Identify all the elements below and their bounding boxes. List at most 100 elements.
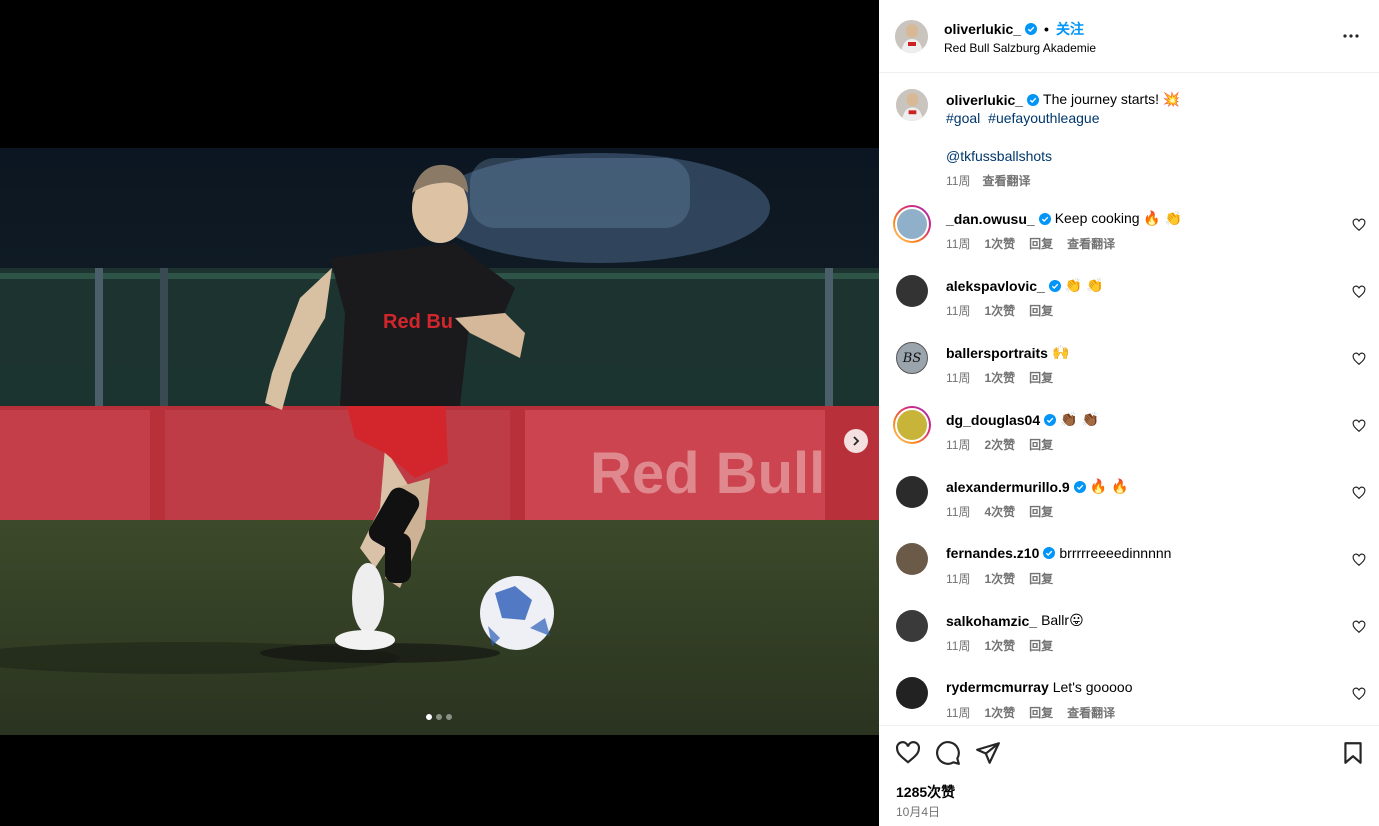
comment-likes[interactable]: 1次赞 [984,369,1015,386]
comment-username[interactable]: dg_douglas04 [946,412,1040,428]
caption-username[interactable]: oliverlukic_ [946,92,1023,108]
comment-like-heart-icon[interactable] [1352,218,1366,232]
comment-time: 11周 [946,304,971,318]
comment-likes[interactable]: 1次赞 [984,570,1015,587]
carousel-indicator [426,714,452,720]
carousel-dot [426,714,432,720]
comment-meta: 11周 4次赞 回复 [946,503,1053,520]
author-row: oliverlukic_ • 关注 [944,19,1084,39]
comment-like-heart-icon[interactable] [1352,419,1366,433]
comment-likes[interactable]: 4次赞 [984,503,1015,520]
comment-likes[interactable]: 1次赞 [984,302,1015,319]
comment-text: brrrrreeeedinnnnn [1059,545,1172,561]
caption-author-avatar[interactable] [896,89,928,121]
comment-username[interactable]: fernandes.z10 [946,545,1039,561]
post-photo: Red Bull Red Bu [0,148,879,735]
post-sidebar: oliverlukic_ • 关注 Red Bull Salzburg Akad… [879,0,1379,826]
commenter-avatar[interactable] [896,677,928,709]
comment-meta: 11周 1次赞 回复 [946,570,1053,587]
carousel-next-button[interactable] [844,429,868,453]
comment-text: Let's gooooo [1052,679,1133,695]
comment-text: 🙌 [1051,344,1070,360]
save-bookmark-icon[interactable] [1340,740,1366,766]
comments-list[interactable]: oliverlukic_ The journey starts! 💥 #goal… [879,73,1379,725]
football-player-photo: Red Bull Red Bu [0,148,879,735]
instagram-post-modal: Red Bull Red Bu oliverlukic_ • 关注 Red Bu… [0,0,1379,826]
verified-badge-icon [1027,93,1040,106]
comment-meta: 11周 1次赞 回复 查看翻译 [946,235,1115,252]
comment-time: 11周 [946,438,971,452]
reply-button[interactable]: 回复 [1029,570,1053,587]
commenter-avatar[interactable] [893,205,931,243]
comment-like-heart-icon[interactable] [1352,553,1366,567]
see-translation-link[interactable]: 查看翻译 [982,172,1030,189]
comment-username[interactable]: salkohamzic_ [946,613,1037,629]
reply-button[interactable]: 回复 [1029,302,1053,319]
comment-item: salkohamzic_ Ballr😛 11周 1次赞 回复 [879,610,1379,670]
post-like-count[interactable]: 1285次赞 [896,782,955,802]
author-username[interactable]: oliverlukic_ [944,21,1021,37]
caption-mention[interactable]: @tkfussballshots [946,148,1052,164]
verified-badge-icon [1044,413,1057,426]
commenter-avatar[interactable] [896,610,928,642]
avatar-monogram: BS [902,350,922,366]
commenter-avatar[interactable] [896,275,928,307]
reply-button[interactable]: 回复 [1029,235,1053,252]
commenter-avatar[interactable]: BS [896,342,928,374]
comment-item: alekspavlovic_ 👏 👏 11周 1次赞 回复 [879,275,1379,335]
comment-like-heart-icon[interactable] [1352,620,1366,634]
comment-likes[interactable]: 1次赞 [984,235,1015,252]
comment-like-heart-icon[interactable] [1352,687,1366,701]
caption-text: The journey starts! 💥 [1043,91,1181,107]
commenter-avatar[interactable] [896,476,928,508]
comment-text: 🔥 🔥 [1089,478,1129,494]
comment-time: 11周 [946,371,971,385]
caption-meta: 11周 查看翻译 [946,172,1030,189]
comment-text: Ballr😛 [1041,612,1084,628]
commenter-avatar[interactable] [893,406,931,444]
author-avatar[interactable] [895,20,928,53]
comment-likes[interactable]: 2次赞 [984,436,1015,453]
svg-text:Red Bu: Red Bu [383,311,453,333]
comment-like-heart-icon[interactable] [1352,486,1366,500]
commenter-avatar[interactable] [896,543,928,575]
comment-item: _dan.owusu_ Keep cooking 🔥 👏 11周 1次赞 回复 … [879,205,1379,268]
reply-button[interactable]: 回复 [1029,369,1053,386]
comment-likes[interactable]: 1次赞 [984,704,1015,721]
comment-username[interactable]: alekspavlovic_ [946,278,1045,294]
see-translation-link[interactable]: 查看翻译 [1067,235,1115,252]
separator-dot: • [1044,21,1049,37]
reply-button[interactable]: 回复 [1029,503,1053,520]
comment-username[interactable]: rydermcmurray [946,679,1049,695]
comment-meta: 11周 2次赞 回复 [946,436,1053,453]
see-translation-link[interactable]: 查看翻译 [1067,704,1115,721]
comment-line: alexandermurillo.9 🔥 🔥 [946,478,1128,495]
comment-bubble-icon[interactable] [935,740,961,766]
comment-username[interactable]: ballersportraits [946,345,1048,361]
reply-button[interactable]: 回复 [1029,637,1053,654]
caption-line: oliverlukic_ The journey starts! 💥 [946,91,1180,108]
comment-line: salkohamzic_ Ballr😛 [946,612,1084,629]
reply-button[interactable]: 回复 [1029,704,1053,721]
comment-meta: 11周 1次赞 回复 查看翻译 [946,704,1115,721]
comment-item: fernandes.z10 brrrrreeeedinnnnn 11周 1次赞 … [879,543,1379,603]
comment-like-heart-icon[interactable] [1352,285,1366,299]
comment-like-heart-icon[interactable] [1352,352,1366,366]
post-date[interactable]: 10月4日 [896,803,940,820]
hashtag-link[interactable]: #uefayouthleague [988,110,1099,126]
chevron-right-icon [853,436,860,446]
post-actions: 1285次赞 10月4日 [879,725,1379,826]
more-options-icon[interactable] [1341,28,1361,44]
comment-username[interactable]: alexandermurillo.9 [946,479,1070,495]
follow-button[interactable]: 关注 [1056,19,1084,39]
share-send-icon[interactable] [975,740,1001,766]
like-heart-icon[interactable] [895,740,921,766]
reply-button[interactable]: 回复 [1029,436,1053,453]
hashtag-link[interactable]: #goal [946,110,980,126]
comment-line: fernandes.z10 brrrrreeeedinnnnn [946,545,1171,561]
comment-likes[interactable]: 1次赞 [984,637,1015,654]
svg-text:Red Bull: Red Bull [590,441,825,506]
verified-badge-icon [1073,480,1086,493]
comment-username[interactable]: _dan.owusu_ [946,211,1035,227]
post-location[interactable]: Red Bull Salzburg Akademie [944,41,1096,55]
